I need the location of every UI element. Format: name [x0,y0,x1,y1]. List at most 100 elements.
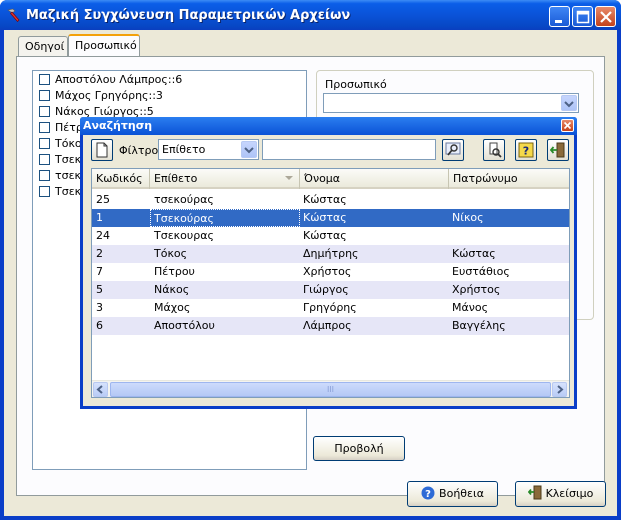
hammer-icon [7,8,20,22]
cell-code: 24 [96,229,110,242]
tab-label: Προσωπικό [75,39,137,52]
checkbox[interactable] [39,154,50,165]
close-app-button[interactable]: Κλείσιμο [515,481,606,507]
table-row-selected[interactable]: 1 Τσεκούρας Κώστας Νίκος [92,209,569,227]
svg-text:?: ? [523,145,529,158]
checkbox[interactable] [39,74,50,85]
exit-button[interactable] [547,139,569,161]
horizontal-scrollbar[interactable]: III [92,380,569,397]
table-row[interactable]: 6 Αποστόλου Λάμπρος Βαγγέλης [92,317,569,335]
list-item[interactable]: Τόκο [39,137,82,153]
close-button[interactable] [595,6,616,27]
cell-code: 2 [96,247,103,260]
checkbox[interactable] [39,106,50,117]
tab-personnel[interactable]: Προσωπικό [68,34,140,56]
new-document-icon [96,142,108,158]
minimize-icon [555,20,562,23]
svg-text:?: ? [425,489,431,500]
list-item-label: Αποστόλου Λάμπρος::6 [55,73,183,86]
cell-code: 3 [96,301,103,314]
cell-surname: Τσεκούρας [150,209,300,227]
list-item[interactable]: Πέτρ [39,121,83,137]
cell-code: 25 [96,193,110,206]
cell-name: Δημήτρης [303,247,359,260]
cell-surname: Τόκος [154,247,188,260]
cell-name: Κώστας [303,229,347,242]
cell-surname: Μάχος [154,301,191,314]
table-row[interactable]: 24 Τσεκουρας Κώστας [92,227,569,245]
cell-name: Λάμπρος [303,319,352,332]
table-row[interactable]: 3 Μάχος Γρηγόρης Μάνος [92,299,569,317]
checkbox[interactable] [39,170,50,181]
chevron-left-icon [96,385,103,394]
cell-patronymic: Νίκος [452,211,484,224]
list-item[interactable]: Μάχος Γρηγόρης::3 [39,89,163,105]
results-grid[interactable]: Κωδικός Επίθετο Όνομα Πατρώνυμο 25 τσεκο… [91,168,570,398]
cell-surname: τσεκούρας [154,193,214,206]
scroll-left-button[interactable] [93,382,108,397]
filter-combo[interactable]: Επίθετο [158,139,259,160]
scroll-thumb-grip: III [326,385,335,394]
search-dialog-close-button[interactable] [561,119,574,132]
column-header-name[interactable]: Όνομα [300,169,449,189]
preview-button[interactable]: Προβολή [313,436,405,461]
cell-code: 5 [96,283,103,296]
close-icon [563,121,572,130]
exit-door-icon [550,142,565,158]
help-circle-icon: ? [421,486,435,500]
column-header-surname-label: Επίθετο [154,172,198,185]
list-item[interactable]: Τσεκ [39,185,81,201]
sort-arrow-icon [285,176,293,180]
close-app-button-label: Κλείσιμο [545,487,594,500]
search-input[interactable] [262,139,436,160]
tab-label: Οδηγοί [25,40,65,53]
cell-patronymic [450,227,569,245]
table-row[interactable]: 25 τσεκούρας Κώστας [92,191,569,209]
checkbox[interactable] [39,138,50,149]
checkbox[interactable] [39,186,50,197]
cell-patronymic: Βαγγέλης [452,319,506,332]
cell-name: Χρήστος [303,265,352,278]
help-button[interactable]: ? Βοήθεια [407,481,498,507]
personnel-label: Προσωπικό [325,78,387,91]
chevron-down-icon[interactable] [561,95,577,111]
column-header-code[interactable]: Κωδικός [92,169,150,189]
chevron-right-icon [557,385,564,394]
cell-surname: Νάκος [154,283,190,296]
personnel-combo[interactable] [323,93,579,113]
search-dialog-title-bar[interactable]: Αναζήτηση [80,117,577,135]
checkbox[interactable] [39,90,50,101]
new-button[interactable] [91,139,113,161]
title-bar[interactable]: Μαζική Συγχώνευση Παραμετρικών Αρχείων [0,0,621,30]
maximize-button[interactable] [572,6,593,27]
tab-drivers[interactable]: Οδηγοί [18,36,68,56]
list-item-label: Τόκο [55,137,82,150]
list-item[interactable]: Τσεκ [39,153,81,169]
cell-name: Γρηγόρης [303,301,357,314]
table-row[interactable]: 5 Νάκος Γιώργος Χρήστος [92,281,569,299]
help-button-label: Βοήθεια [439,487,484,500]
cell-name: Γιώργος [303,283,349,296]
list-item[interactable]: τσεκ [39,169,81,185]
minimize-button[interactable] [549,6,570,27]
filter-label: Φίλτρο [119,144,159,157]
cell-patronymic: Ευστάθιος [452,265,510,278]
column-header-patronymic[interactable]: Πατρώνυμο [449,169,569,189]
cell-patronymic: Μάνος [452,301,489,314]
find-person-button[interactable] [483,139,505,161]
search-icon [445,142,461,156]
help-button[interactable]: ? [515,139,537,161]
search-button[interactable] [442,139,464,161]
table-row[interactable]: 2 Τόκος Δημήτρης Κώστας [92,245,569,263]
cell-surname: Πέτρου [154,265,195,278]
checkbox[interactable] [39,122,50,133]
chevron-down-icon[interactable] [241,141,257,158]
table-row[interactable]: 7 Πέτρου Χρήστος Ευστάθιος [92,263,569,281]
scroll-right-button[interactable] [552,382,567,397]
scroll-thumb[interactable]: III [110,382,551,397]
list-item-label: τσεκ [55,169,82,182]
list-item-label: Μάχος Γρηγόρης::3 [55,89,163,102]
help-icon: ? [518,142,534,158]
column-header-surname[interactable]: Επίθετο [150,169,300,189]
list-item[interactable]: Αποστόλου Λάμπρος::6 [39,73,182,89]
